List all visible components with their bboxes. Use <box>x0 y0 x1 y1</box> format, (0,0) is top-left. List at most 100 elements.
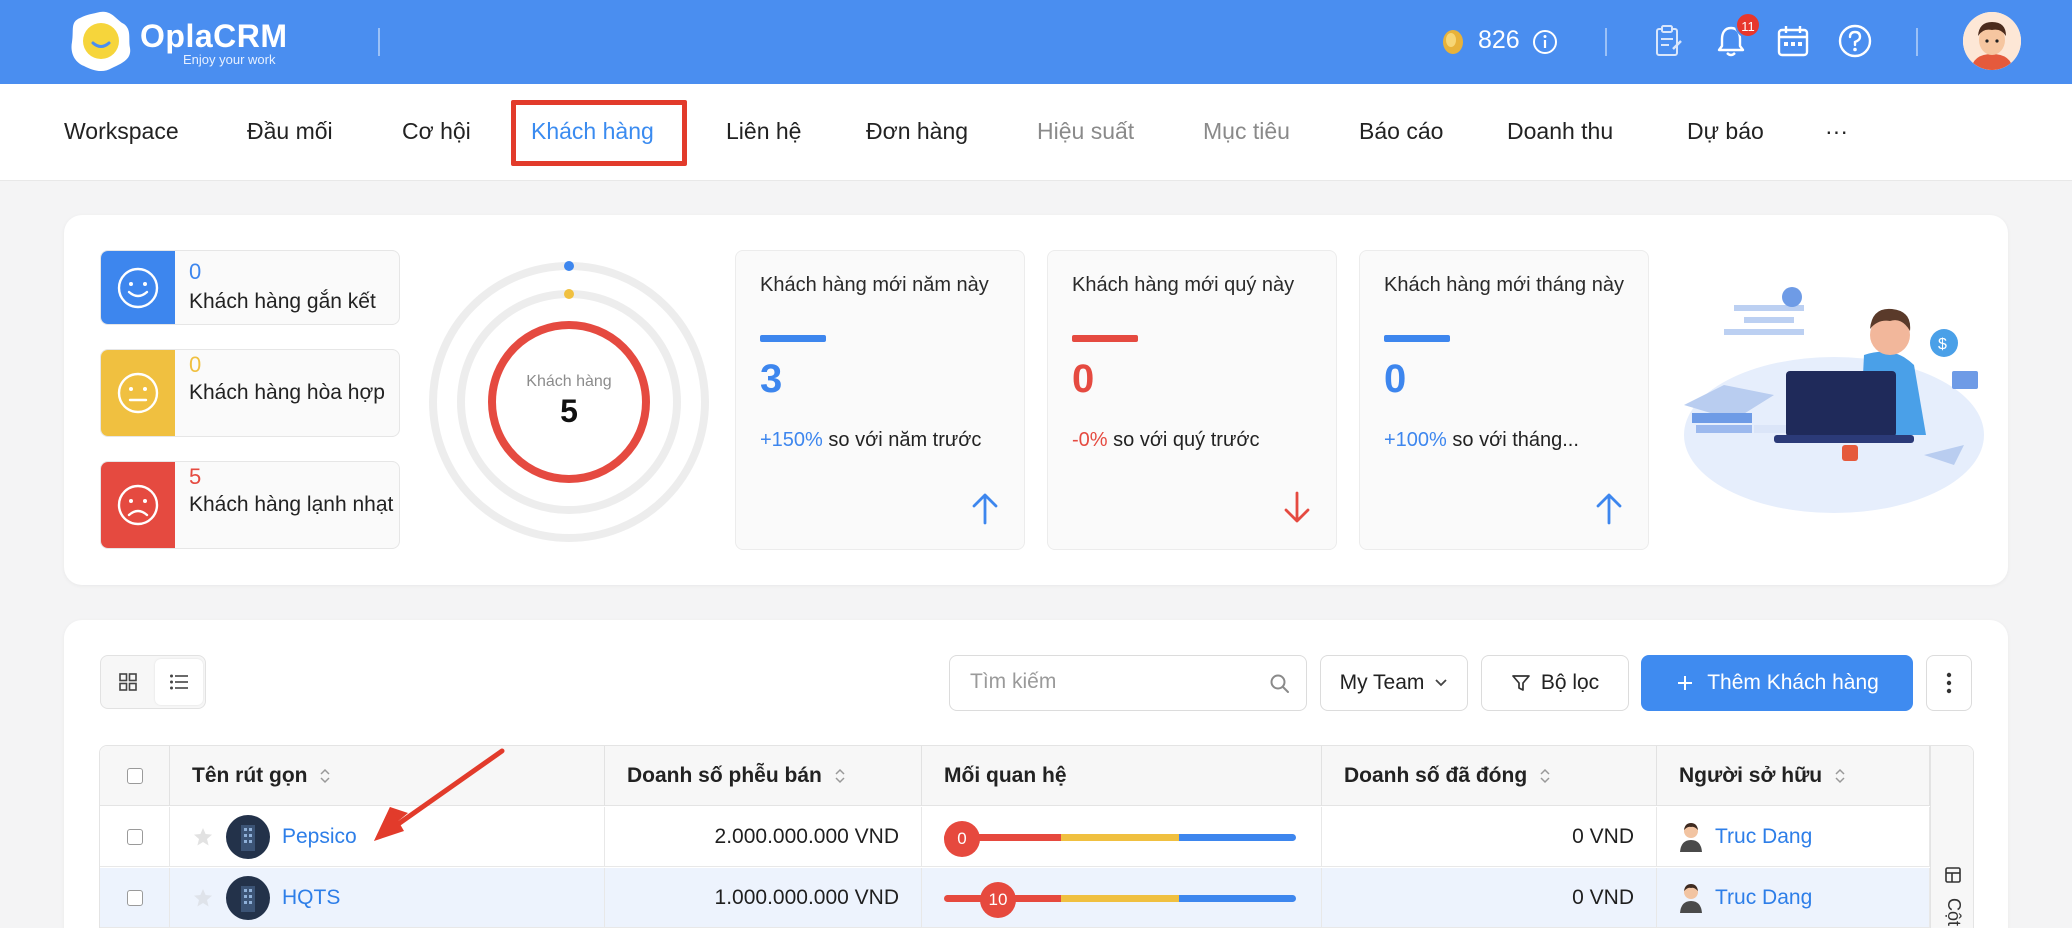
nav-opportunities[interactable]: Cơ hội <box>402 118 471 145</box>
closed-sales-cell: 0 VND <box>1322 868 1657 928</box>
calendar-icon[interactable] <box>1774 22 1812 60</box>
divider <box>1916 28 1918 56</box>
col-label: Mối quan hệ <box>944 764 1067 787</box>
filter-button[interactable]: Bộ lọc <box>1481 655 1629 711</box>
clipboard-icon[interactable] <box>1649 22 1687 60</box>
nav-revenue[interactable]: Doanh thu <box>1507 118 1613 145</box>
nav-forecast[interactable]: Dự báo <box>1687 118 1764 145</box>
col-relationship[interactable]: Mối quan hệ <box>922 746 1322 806</box>
kpi-change: +100% <box>1384 429 1447 451</box>
nav-more[interactable]: ··· <box>1825 118 1848 145</box>
kpi-new-this-quarter: Khách hàng mới quý này 0 -0% so với quý … <box>1047 250 1337 550</box>
arrow-up-icon <box>1596 493 1622 525</box>
company-name-link[interactable]: HQTS <box>282 886 340 910</box>
kpi-value: 0 <box>1072 357 1095 401</box>
closed-sales-cell: 0 VND <box>1322 807 1657 867</box>
company-logo-icon <box>226 815 270 859</box>
pipeline-sales-cell: 1.000.000.000 VND <box>605 868 922 928</box>
col-closed-sales[interactable]: Doanh số đã đóng <box>1322 746 1657 806</box>
filter-label: Bộ lọc <box>1540 671 1600 694</box>
relationship-slider-knob[interactable]: 0 <box>944 821 980 857</box>
nav-goals[interactable]: Mục tiêu <box>1203 118 1290 145</box>
nav-workspace[interactable]: Workspace <box>64 118 179 145</box>
row-select-cell <box>100 807 170 867</box>
row-checkbox[interactable] <box>126 829 143 845</box>
owner-avatar-icon <box>1680 823 1702 852</box>
rel-count: 0 <box>189 352 202 377</box>
company-name-link[interactable]: Pepsico <box>282 825 357 849</box>
relationship-engaged[interactable]: 0 Khách hàng gắn kết <box>100 250 400 325</box>
sort-icon <box>320 768 331 784</box>
nav-orders[interactable]: Đơn hàng <box>866 118 968 145</box>
arrow-up-icon <box>972 493 998 525</box>
annotation-arrow-icon <box>374 748 505 841</box>
team-dropdown[interactable]: My Team <box>1320 655 1468 711</box>
view-toggle <box>100 655 206 709</box>
rel-icon-bg <box>101 251 175 324</box>
kpi-value: 3 <box>760 357 783 401</box>
column-settings-panel[interactable]: Cột <box>1930 746 1973 928</box>
list-view-button[interactable] <box>155 659 203 705</box>
divider <box>1605 28 1607 56</box>
kpi-title: Khách hàng mới quý này <box>1072 274 1295 296</box>
nav-contacts[interactable]: Liên hệ <box>726 118 801 145</box>
more-options-button[interactable] <box>1926 655 1972 711</box>
grid-view-button[interactable] <box>104 659 152 705</box>
pipeline-sales-cell: 2.000.000.000 VND <box>605 807 922 867</box>
kpi-compare-text: so với tháng... <box>1446 429 1579 451</box>
col-pipeline-sales[interactable]: Doanh số phễu bán <box>605 746 922 806</box>
opla-logo-icon[interactable] <box>66 8 134 74</box>
customer-list-card: My Team Bộ lọc Thêm Khách hàng Tên rút g… <box>64 620 2008 928</box>
nav-performance[interactable]: Hiệu suất <box>1037 118 1134 145</box>
nav-reports[interactable]: Báo cáo <box>1359 118 1443 145</box>
neutral-face-icon <box>117 372 159 414</box>
info-icon[interactable] <box>1531 28 1559 56</box>
rel-label: Khách hàng gắn kết <box>189 290 376 313</box>
select-all-cell <box>100 746 170 806</box>
rel-icon-bg <box>101 462 175 548</box>
add-customer-button[interactable]: Thêm Khách hàng <box>1641 655 1913 711</box>
owner-cell: Truc Dang <box>1657 807 1930 867</box>
user-avatar[interactable] <box>1963 12 2021 70</box>
columns-icon <box>1945 867 1961 883</box>
select-all-checkbox[interactable] <box>126 768 143 784</box>
star-icon[interactable] <box>192 887 214 909</box>
owner-link[interactable]: Truc Dang <box>1715 886 1812 910</box>
coin-count: 826 <box>1478 26 1520 54</box>
kpi-compare: +150% so với năm trước <box>760 429 1020 452</box>
help-icon[interactable] <box>1836 22 1874 60</box>
donut-value: 5 <box>560 393 578 429</box>
col-label: Doanh số đã đóng <box>1344 764 1528 787</box>
relationship-cold[interactable]: 5 Khách hàng lạnh nhạt <box>100 461 400 549</box>
kpi-title: Khách hàng mới tháng này <box>1384 274 1624 296</box>
company-logo-icon <box>226 876 270 920</box>
search-icon[interactable] <box>1268 672 1292 696</box>
person-at-laptop-illustration: $ <box>1684 287 1984 513</box>
donut-label: Khách hàng <box>526 373 612 390</box>
search-box <box>949 655 1307 711</box>
short-name-cell: HQTS <box>170 868 605 928</box>
customer-stats-card: 0 Khách hàng gắn kết 0 Khách hàng hòa hợ… <box>64 215 2008 585</box>
owner-link[interactable]: Truc Dang <box>1715 825 1812 849</box>
main-nav: Workspace Đầu mối Cơ hội Khách hàng Liên… <box>0 84 2072 181</box>
search-input[interactable] <box>970 670 1250 694</box>
table-row[interactable]: HQTS 1.000.000.000 VND 10 0 VND Truc Dan… <box>100 868 1973 928</box>
row-checkbox[interactable] <box>126 890 143 906</box>
relationship-slider-knob[interactable]: 10 <box>980 882 1016 918</box>
col-owner[interactable]: Người sở hữu <box>1657 746 1930 806</box>
kpi-change: -0% <box>1072 429 1108 451</box>
star-icon[interactable] <box>192 826 214 848</box>
relationship-harmonious[interactable]: 0 Khách hàng hòa hợp <box>100 349 400 437</box>
grid-icon <box>119 673 137 691</box>
relationship-cell: 0 <box>922 807 1322 867</box>
happy-face-icon <box>117 267 159 308</box>
nav-leads[interactable]: Đầu mối <box>247 118 333 145</box>
kebab-menu-icon <box>1946 672 1952 694</box>
kpi-compare-text: so với năm trước <box>822 429 982 451</box>
arrow-down-icon <box>1284 491 1310 523</box>
sort-icon <box>1835 768 1845 784</box>
relationship-bar <box>944 834 1296 841</box>
sort-icon <box>1540 768 1550 784</box>
chevron-down-icon <box>1435 679 1448 687</box>
col-label: Tên rút gọn <box>192 764 308 787</box>
